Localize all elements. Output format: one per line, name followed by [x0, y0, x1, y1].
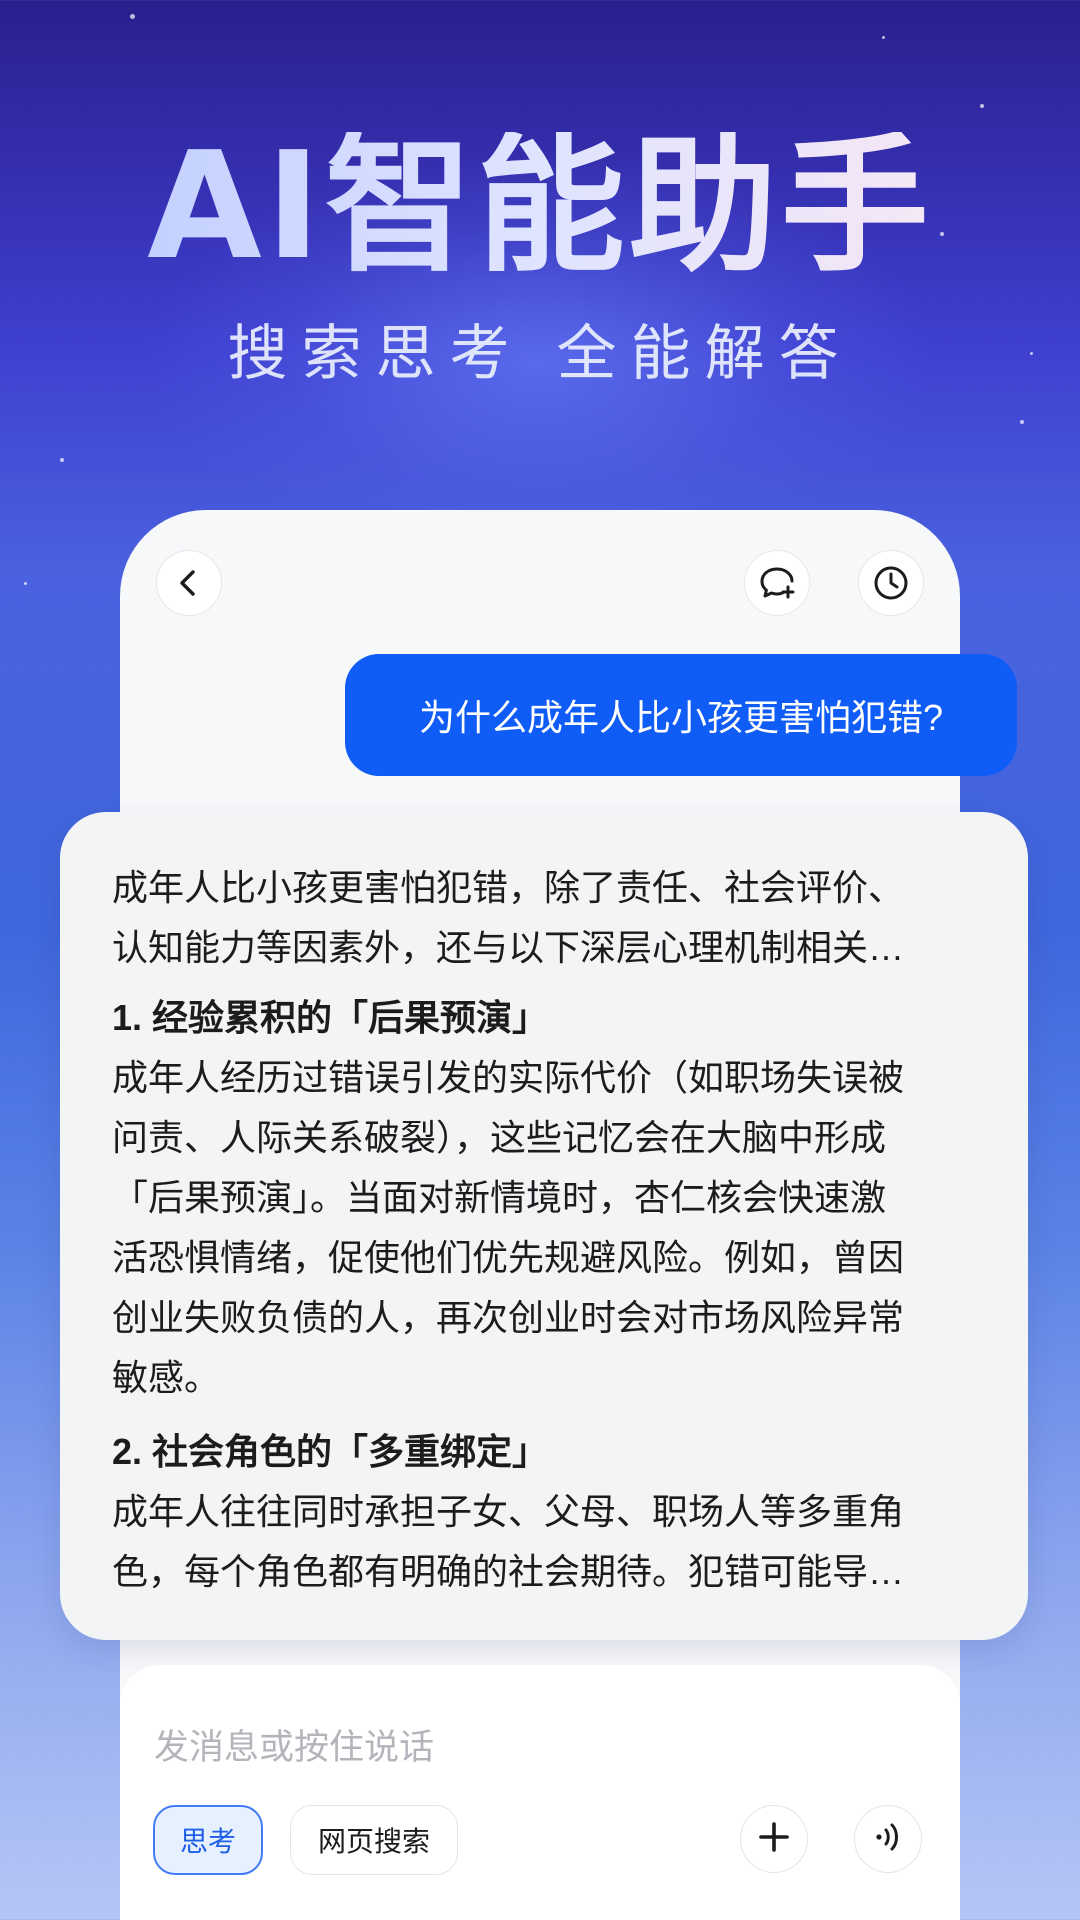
- star-decoration: [1020, 420, 1024, 424]
- star-decoration: [980, 104, 984, 108]
- history-button[interactable]: [858, 550, 924, 616]
- section-line: 问责、人际关系破裂），这些记忆会在大脑中形成: [112, 1117, 887, 1158]
- section-line: 色，每个角色都有明确的社会期待。犯错可能导…: [112, 1551, 905, 1592]
- star-decoration: [24, 582, 27, 585]
- message-input[interactable]: 发消息或按住说话: [154, 1719, 434, 1770]
- answer-intro-line: 成年人比小孩更害怕犯错，除了责任、社会评价、: [112, 867, 905, 908]
- hero-subtitle: 搜索思考 全能解答: [227, 319, 853, 389]
- hero-title: AI智能助手: [0, 132, 1080, 280]
- chevron-left-icon: [174, 568, 204, 598]
- star-decoration: [130, 14, 135, 19]
- section-line: 「后果预演」。当面对新情境时，杏仁核会快速激: [112, 1177, 887, 1218]
- back-button[interactable]: [156, 550, 222, 616]
- section-line: 敏感。: [112, 1357, 221, 1398]
- user-message-bubble: 为什么成年人比小孩更害怕犯错?: [345, 654, 1017, 776]
- answer-card: 成年人比小孩更害怕犯错，除了责任、社会评价、 认知能力等因素外，还与以下深层心理…: [60, 812, 1028, 1640]
- star-decoration: [882, 36, 885, 39]
- section-title: 1. 经验累积的「后果预演」: [112, 997, 549, 1038]
- clock-icon: [871, 563, 911, 603]
- chat-bubble-plus-icon: [757, 563, 797, 603]
- new-chat-button[interactable]: [744, 550, 810, 616]
- voice-button[interactable]: [854, 1805, 922, 1873]
- section-line: 活恐惧情绪，促使他们优先规避风险。例如，曾因: [112, 1237, 905, 1278]
- star-decoration: [60, 458, 64, 462]
- section-line: 创业失败负债的人，再次创业时会对市场风险异常: [112, 1297, 905, 1338]
- section-line: 成年人往往同时承担子女、父母、职场人等多重角: [112, 1491, 905, 1532]
- web-search-chip[interactable]: 网页搜索: [290, 1805, 458, 1875]
- plus-icon: [757, 1820, 791, 1858]
- voice-wave-icon: [868, 1817, 908, 1861]
- input-panel: 发消息或按住说话 思考 网页搜索: [120, 1665, 960, 1920]
- answer-intro-line: 认知能力等因素外，还与以下深层心理机制相关…: [112, 927, 905, 968]
- add-button[interactable]: [740, 1805, 808, 1873]
- section-title: 2. 社会角色的「多重绑定」: [112, 1431, 549, 1472]
- think-toggle-chip[interactable]: 思考: [153, 1805, 263, 1875]
- section-line: 成年人经历过错误引发的实际代价（如职场失误被: [112, 1057, 905, 1098]
- user-message-text: 为什么成年人比小孩更害怕犯错?: [418, 697, 944, 738]
